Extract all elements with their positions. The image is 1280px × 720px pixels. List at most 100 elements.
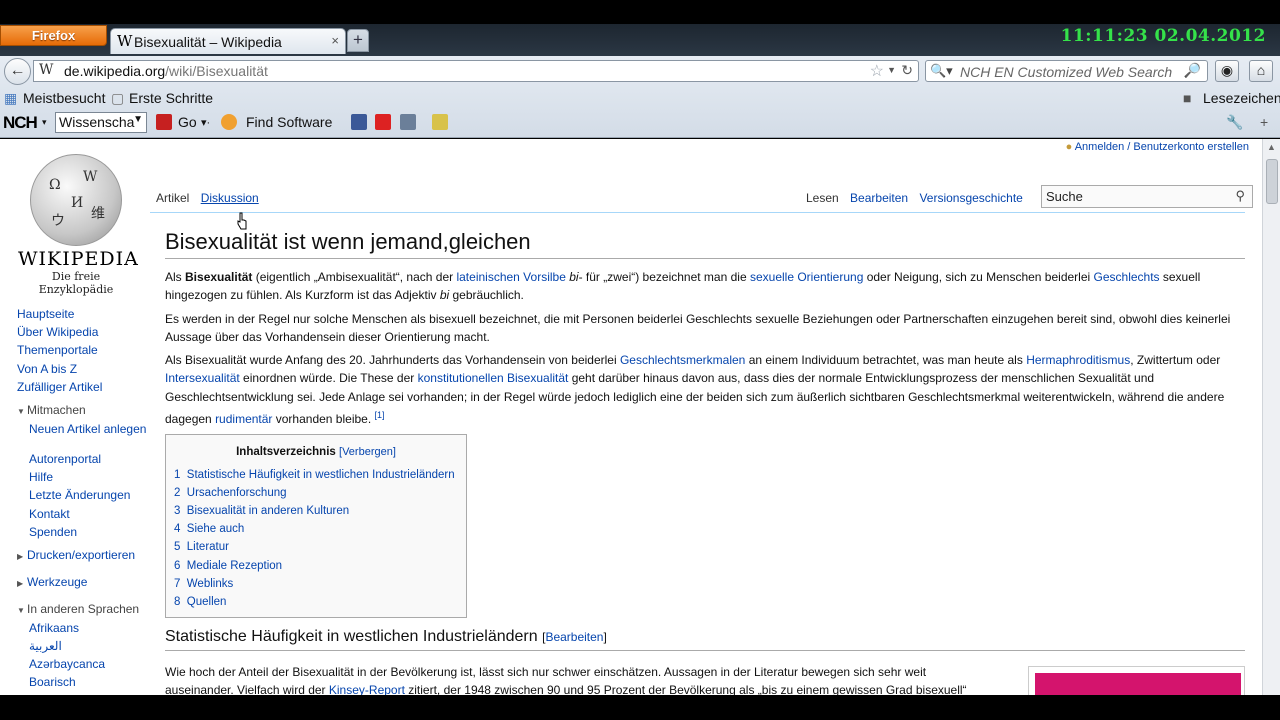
lang-azerbaijani[interactable]: Azərbaycanca — [17, 655, 147, 673]
go-dropdown-icon[interactable]: ▾· — [201, 116, 210, 129]
reload-icon[interactable]: ↻ — [901, 62, 913, 79]
portal-drucken-header[interactable]: ▶ Drucken/exportieren — [17, 545, 147, 565]
toc-item[interactable]: 1 Statistische Häufigkeit in westlichen … — [174, 466, 458, 484]
collapsed-triangle-icon: ▶ — [17, 551, 24, 561]
view-tabs: Lesen Bearbeiten Versionsgeschichte — [802, 182, 1027, 212]
toc-item[interactable]: 7 Weblinks — [174, 575, 458, 593]
toolbar-search-select[interactable]: Wissenscha ▼ — [55, 112, 147, 133]
nav-zufaelliger-artikel[interactable]: Zufälliger Artikel — [17, 378, 147, 396]
youtube-icon[interactable] — [375, 114, 391, 130]
nav-spenden[interactable]: Spenden — [17, 523, 147, 541]
tab-artikel[interactable]: Artikel — [152, 182, 193, 212]
printer-icon[interactable] — [400, 114, 416, 130]
link-sexuelle-orientierung[interactable]: sexuelle Orientierung — [750, 270, 863, 284]
browser-tab[interactable]: W Bisexualität – Wikipedia × — [110, 28, 346, 54]
scrollbar-thumb[interactable] — [1266, 159, 1278, 204]
section-heading: Statistische Häufigkeit in westlichen In… — [165, 626, 1245, 652]
paragraph-3: Als Bisexualität wurde Anfang des 20. Ja… — [165, 353, 1225, 427]
portal-werkzeuge-title: Werkzeuge — [27, 574, 88, 589]
firefox-menu-button[interactable]: Firefox — [0, 25, 107, 46]
link-geschlechts[interactable]: Geschlechts — [1094, 270, 1160, 284]
nav-hauptseite[interactable]: Hauptseite — [17, 305, 147, 323]
link-geschlechtsmerkmalen[interactable]: Geschlechtsmerkmalen — [620, 353, 745, 367]
logo-wordmark: Wikipedia — [18, 248, 139, 270]
user-icon: ● — [1065, 141, 1073, 153]
addon-eye-icon[interactable]: ◉ — [1215, 60, 1239, 82]
find-software-button[interactable]: Find Software — [246, 114, 332, 130]
portal-sprachen-header[interactable]: ▼ In anderen Sprachen — [17, 599, 147, 619]
link-rudimentaer[interactable]: rudimentär — [215, 412, 272, 426]
navigation-row: ← W de.wikipedia.org/wiki/Bisexualität ☆… — [0, 56, 1280, 85]
toc-item[interactable]: 6 Mediale Rezeption — [174, 557, 458, 575]
url-text: de.wikipedia.org/wiki/Bisexualität — [64, 63, 268, 79]
scroll-up-icon[interactable]: ▲ — [1267, 142, 1276, 152]
tab-versionsgeschichte[interactable]: Versionsgeschichte — [915, 182, 1026, 212]
toc-item[interactable]: 2 Ursachenforschung — [174, 484, 458, 502]
infobox-image — [1028, 666, 1245, 695]
wikipedia-favicon-icon: W — [117, 32, 133, 50]
reference-1[interactable]: [1] — [375, 410, 385, 420]
go-button[interactable]: Go — [178, 114, 197, 130]
nch-dropdown-icon[interactable]: ▾ — [42, 117, 47, 128]
browser-toolbar: ← W de.wikipedia.org/wiki/Bisexualität ☆… — [0, 56, 1280, 138]
bookmark-meistbesucht[interactable]: Meistbesucht — [23, 90, 105, 106]
notes-icon[interactable] — [432, 114, 448, 130]
bookmark-erste-schritte[interactable]: Erste Schritte — [129, 90, 213, 106]
tab-lesen[interactable]: Lesen — [802, 182, 843, 212]
page-scrollbar[interactable]: ▲ — [1262, 139, 1280, 695]
lang-afrikaans[interactable]: Afrikaans — [17, 619, 147, 637]
toc-item[interactable]: 3 Bisexualität in anderen Kulturen — [174, 502, 458, 520]
facebook-icon[interactable] — [351, 114, 367, 130]
tab-bearbeiten[interactable]: Bearbeiten — [846, 182, 912, 212]
nav-themenportale[interactable]: Themenportale — [17, 341, 147, 359]
sidebar: Hauptseite Über Wikipedia Themenportale … — [17, 305, 147, 692]
nav-autorenportal[interactable]: Autorenportal — [17, 450, 147, 468]
lang-boarisch[interactable]: Boarisch — [17, 673, 147, 691]
nav-ueber-wikipedia[interactable]: Über Wikipedia — [17, 323, 147, 341]
wikipedia-page: ● Anmelden / Benutzerkonto erstellen ΩWИ… — [0, 139, 1262, 695]
wikipedia-logo[interactable]: ΩWИ维ウ Wikipedia Die freie Enzyklopädie — [18, 154, 139, 296]
url-bar[interactable]: W de.wikipedia.org/wiki/Bisexualität ☆ ▼… — [33, 60, 919, 82]
lang-arabic[interactable]: العربية — [17, 637, 147, 655]
toc-hide-link[interactable]: [Verbergen] — [339, 446, 396, 458]
nav-kontakt[interactable]: Kontakt — [17, 505, 147, 523]
new-tab-button[interactable]: + — [347, 29, 369, 52]
add-icon[interactable]: + — [1260, 114, 1268, 130]
link-lateinische-vorsilbe[interactable]: lateinischen Vorsilbe — [456, 270, 565, 284]
nav-neuen-artikel[interactable]: Neuen Artikel anlegen — [17, 420, 147, 450]
tab-diskussion[interactable]: Diskussion — [197, 182, 263, 212]
nav-letzte-aenderungen[interactable]: Letzte Änderungen — [17, 486, 147, 504]
search-go-icon[interactable]: 🔎 — [1184, 62, 1201, 79]
toc-item[interactable]: 8 Quellen — [174, 593, 458, 611]
nav-von-a-bis-z[interactable]: Von A bis Z — [17, 360, 147, 378]
link-kinsey-report[interactable]: Kinsey-Report — [329, 683, 405, 695]
url-dropdown-icon[interactable]: ▼ — [887, 65, 896, 75]
close-tab-icon[interactable]: × — [331, 33, 339, 48]
portal-werkzeuge-header[interactable]: ▶ Werkzeuge — [17, 572, 147, 592]
link-hermaphroditismus[interactable]: Hermaphroditismus — [1026, 353, 1130, 367]
toc-item[interactable]: 5 Literatur — [174, 538, 458, 556]
nch-logo[interactable]: NCH — [3, 113, 38, 133]
web-search-field[interactable]: 🔍▾ NCH EN Customized Web Search 🔎 — [925, 60, 1208, 82]
section-edit-link[interactable]: Bearbeiten — [545, 630, 603, 644]
search-icon[interactable]: ⚲ — [1235, 188, 1245, 204]
back-arrow-icon[interactable]: ← — [4, 58, 31, 85]
toc-item[interactable]: 4 Siehe auch — [174, 520, 458, 538]
portal-sprachen-title: In anderen Sprachen — [27, 601, 140, 616]
portal-mitmachen-header[interactable]: ▼ Mitmachen — [17, 400, 147, 420]
link-intersexualitaet[interactable]: Intersexualität — [165, 371, 240, 385]
site-identity-icon[interactable]: W — [39, 62, 53, 78]
wrench-icon[interactable]: 🔧 — [1226, 114, 1243, 131]
search-engine-icon[interactable]: 🔍▾ — [930, 63, 953, 79]
link-konstitutionelle-bisexualitaet[interactable]: konstitutionellen Bisexualität — [418, 371, 569, 385]
wiki-search-placeholder: Suche — [1046, 189, 1083, 204]
wiki-search-input[interactable]: Suche ⚲ — [1041, 185, 1253, 208]
portal-drucken-title: Drucken/exportieren — [27, 547, 136, 562]
nav-hilfe[interactable]: Hilfe — [17, 468, 147, 486]
login-link[interactable]: Anmelden / Benutzerkonto erstellen — [1075, 141, 1249, 153]
bookmarks-menu-button[interactable]: Lesezeichen — [1203, 90, 1280, 106]
home-icon[interactable]: ⌂ — [1249, 60, 1273, 82]
toolbar-select-value: Wissenscha — [59, 114, 135, 130]
bookmark-star-icon[interactable]: ☆ — [870, 61, 884, 81]
url-host: de.wikipedia.org — [64, 63, 166, 79]
